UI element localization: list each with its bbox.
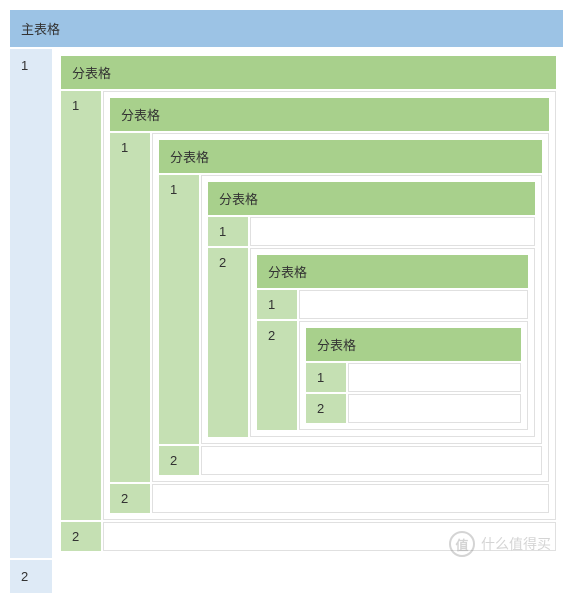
main-row-index: 1 [10, 49, 52, 558]
sub-table-row: 2 [159, 446, 542, 475]
main-table-header: 主表格 [10, 10, 563, 47]
sub-row-content [348, 363, 521, 392]
main-row-content: 分表格 1 分表格 1 [54, 49, 563, 558]
sub-row-content: 分表格 1 2 [201, 175, 542, 444]
sub-row-content: 分表格 1 分表格 [103, 91, 556, 520]
sub-table-header: 分表格 [208, 182, 535, 215]
sub-table-header: 分表格 [110, 98, 549, 131]
sub-table: 分表格 1 分表格 1 [59, 54, 558, 553]
sub-table-row: 2 [306, 394, 521, 423]
sub-row-index: 2 [306, 394, 346, 423]
sub-table-row: 2 分表格 [208, 248, 535, 437]
sub-table-header: 分表格 [306, 328, 521, 361]
sub-row-content [152, 484, 549, 513]
sub-table-row: 1 分表格 1 [110, 133, 549, 482]
sub-row-content: 分表格 1 分 [152, 133, 549, 482]
sub-row-index: 2 [61, 522, 101, 551]
sub-row-index: 1 [208, 217, 248, 246]
sub-row-content [348, 394, 521, 423]
sub-table-row: 1 [306, 363, 521, 392]
sub-row-content [250, 217, 535, 246]
sub-table-row: 1 分表格 1 [61, 91, 556, 520]
sub-row-index: 1 [110, 133, 150, 482]
sub-table-row: 2 [110, 484, 549, 513]
sub-table-row: 2 [61, 522, 556, 551]
sub-row-index: 2 [110, 484, 150, 513]
sub-row-index: 1 [306, 363, 346, 392]
sub-row-content [299, 290, 528, 319]
sub-row-index: 1 [257, 290, 297, 319]
main-table-row: 2 [10, 560, 563, 593]
sub-row-content [103, 522, 556, 551]
sub-table: 分表格 1 2 [206, 180, 537, 439]
sub-row-content: 分表格 1 [299, 321, 528, 430]
main-table: 主表格 1 分表格 1 分表格 [8, 8, 565, 595]
sub-table-row: 2 分表格 [257, 321, 528, 430]
sub-table-header: 分表格 [61, 56, 556, 89]
sub-table-row: 1 分表格 [159, 175, 542, 444]
sub-table: 分表格 1 分表格 [108, 96, 551, 515]
sub-row-index: 2 [208, 248, 248, 437]
sub-row-content: 分表格 1 [250, 248, 535, 437]
sub-row-index: 1 [61, 91, 101, 520]
sub-table: 分表格 1 分 [157, 138, 544, 477]
main-row-index: 2 [10, 560, 52, 593]
sub-table-header: 分表格 [159, 140, 542, 173]
sub-table: 分表格 1 [304, 326, 523, 425]
sub-table: 分表格 1 [255, 253, 530, 432]
sub-row-content [201, 446, 542, 475]
main-table-row: 1 分表格 1 分表格 1 [10, 49, 563, 558]
sub-row-index: 2 [159, 446, 199, 475]
sub-table-header: 分表格 [257, 255, 528, 288]
sub-table-row: 1 [208, 217, 535, 246]
sub-row-index: 2 [257, 321, 297, 430]
sub-row-index: 1 [159, 175, 199, 444]
main-row-content [54, 560, 563, 593]
sub-table-row: 1 [257, 290, 528, 319]
